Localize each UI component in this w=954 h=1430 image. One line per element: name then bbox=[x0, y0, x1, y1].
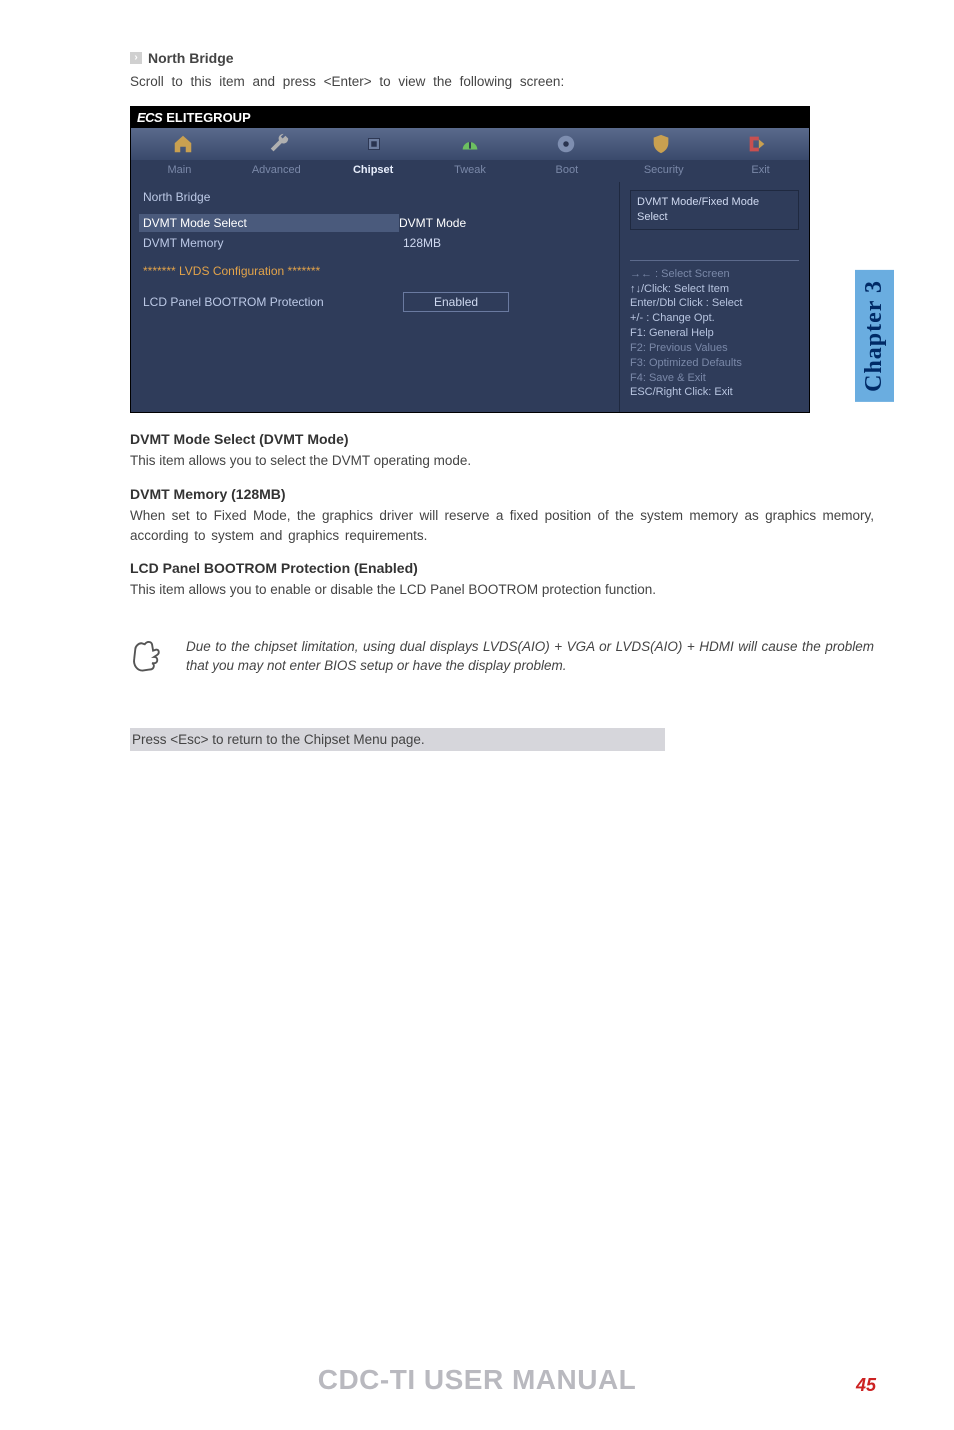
bios-row-dvmt-mode[interactable]: DVMT Mode Select DVMT Mode bbox=[143, 214, 607, 232]
tab-tweak[interactable]: Tweak bbox=[422, 162, 519, 178]
lcd-bootrom-heading: LCD Panel BOOTROM Protection (Enabled) bbox=[130, 560, 874, 576]
bios-window: ECS ELITEGROUP bbox=[130, 106, 810, 413]
bios-value-box: Enabled bbox=[403, 292, 509, 312]
tab-security[interactable]: Security bbox=[615, 162, 712, 178]
bios-row-lcd-bootrom[interactable]: LCD Panel BOOTROM Protection Enabled bbox=[143, 292, 607, 312]
exit-icon[interactable] bbox=[746, 133, 768, 155]
tab-boot[interactable]: Boot bbox=[518, 162, 615, 178]
bios-key-help: →← : Select Screen ↑↓/Click: Select Item… bbox=[630, 267, 799, 401]
section-heading: North Bridge bbox=[148, 50, 234, 66]
bios-key-line: ESC/Right Click: Exit bbox=[630, 385, 799, 400]
dvmt-memory-body: When set to Fixed Mode, the graphics dri… bbox=[130, 506, 874, 547]
bios-brand-prefix: ECS bbox=[137, 110, 162, 125]
bios-tab-row: Main Advanced Chipset Tweak Boot Securit… bbox=[131, 160, 809, 182]
footer-title: CDC-TI USER MANUAL bbox=[0, 1364, 954, 1396]
bios-key-line: F3: Optimized Defaults bbox=[630, 356, 799, 371]
chevron-right-icon: › bbox=[130, 52, 142, 64]
tab-advanced[interactable]: Advanced bbox=[228, 162, 325, 178]
gauge-icon[interactable] bbox=[459, 133, 481, 155]
bios-label: DVMT Memory bbox=[143, 236, 403, 250]
dvmt-memory-heading: DVMT Memory (128MB) bbox=[130, 486, 874, 502]
bios-brand: ELITEGROUP bbox=[166, 110, 251, 125]
bios-page-heading: North Bridge bbox=[143, 190, 607, 204]
hand-note-icon bbox=[130, 638, 172, 688]
bios-lvds-header: ******* LVDS Configuration ******* bbox=[143, 264, 607, 278]
bios-help-box: DVMT Mode/Fixed Mode Select bbox=[630, 190, 799, 230]
tab-chipset[interactable]: Chipset bbox=[325, 162, 422, 178]
lcd-bootrom-body: This item allows you to enable or disabl… bbox=[130, 580, 874, 600]
bios-key-line: ↑↓/Click: Select Item bbox=[630, 282, 799, 297]
tab-exit[interactable]: Exit bbox=[712, 162, 809, 178]
bios-key-line: F1: General Help bbox=[630, 326, 799, 341]
bios-right-pane: DVMT Mode/Fixed Mode Select →← : Select … bbox=[619, 182, 809, 412]
bios-value: DVMT Mode bbox=[399, 216, 466, 230]
bios-left-pane: North Bridge DVMT Mode Select DVMT Mode … bbox=[131, 182, 619, 412]
bios-key-line: →← : Select Screen bbox=[630, 267, 799, 282]
chapter-tab: Chapter 3 bbox=[855, 270, 894, 402]
dvmt-mode-body: This item allows you to select the DVMT … bbox=[130, 451, 874, 471]
esc-hint: Press <Esc> to return to the Chipset Men… bbox=[130, 728, 665, 751]
disc-icon[interactable] bbox=[555, 133, 577, 155]
wrench-icon[interactable] bbox=[268, 133, 290, 155]
bios-value: 128MB bbox=[403, 236, 441, 250]
bios-label: DVMT Mode Select bbox=[139, 214, 399, 232]
chip-icon[interactable] bbox=[363, 133, 385, 155]
bios-key-line: F2: Previous Values bbox=[630, 341, 799, 356]
bios-label: LCD Panel BOOTROM Protection bbox=[143, 295, 403, 309]
page-number: 45 bbox=[856, 1375, 876, 1396]
tab-main[interactable]: Main bbox=[131, 162, 228, 178]
bios-key-line: F4: Save & Exit bbox=[630, 371, 799, 386]
bios-help-line: DVMT Mode/Fixed Mode bbox=[637, 195, 792, 210]
shield-icon[interactable] bbox=[650, 133, 672, 155]
bios-key-line: +/- : Change Opt. bbox=[630, 311, 799, 326]
section-intro: Scroll to this item and press <Enter> to… bbox=[130, 72, 874, 92]
bios-titlebar: ECS ELITEGROUP bbox=[131, 107, 809, 128]
home-icon[interactable] bbox=[172, 133, 194, 155]
bios-help-line: Select bbox=[637, 210, 792, 225]
dvmt-mode-heading: DVMT Mode Select (DVMT Mode) bbox=[130, 431, 874, 447]
bios-key-line: Enter/Dbl Click : Select bbox=[630, 296, 799, 311]
note-text: Due to the chipset limitation, using dua… bbox=[186, 638, 874, 676]
bios-icon-row bbox=[131, 128, 809, 160]
bios-row-dvmt-memory[interactable]: DVMT Memory 128MB bbox=[143, 236, 607, 250]
